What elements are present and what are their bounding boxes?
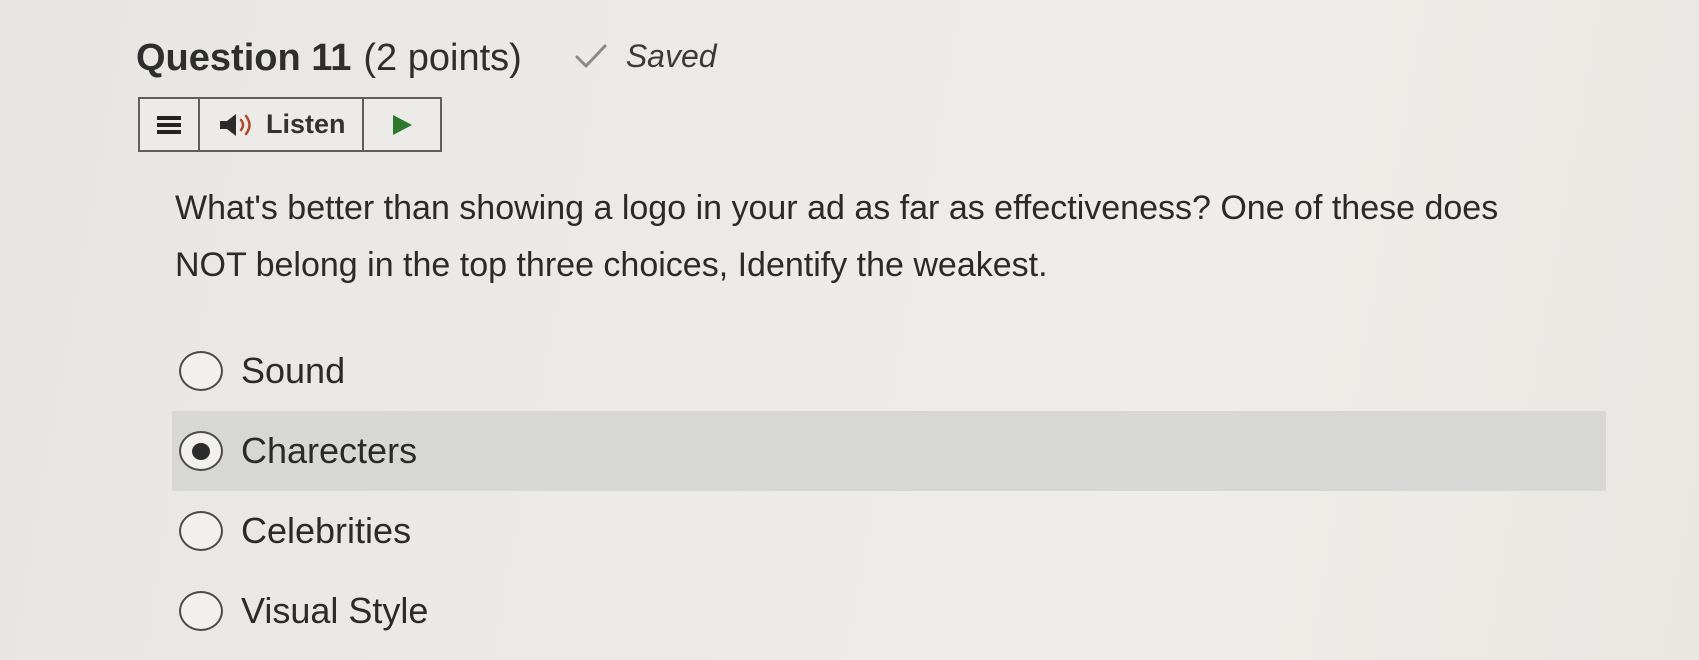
option-label: Visual Style [241,590,429,631]
play-icon [393,114,412,135]
saved-label: Saved [625,38,717,74]
question-title: Question 11 [136,36,352,79]
option-sound[interactable]: Sound [172,331,1606,411]
saved-status: Saved [574,38,717,75]
listen-button[interactable]: Listen [200,99,364,150]
answer-options: Sound Charecters Celebrities Visual Styl… [172,331,1606,651]
radio-button[interactable] [179,351,223,391]
question-points: (2 points) [363,36,522,79]
menu-icon [157,115,181,134]
question-header: Question 11 (2 points) Saved [136,36,717,80]
radio-button[interactable] [179,431,223,471]
option-label: Charecters [241,430,418,471]
option-visual-style[interactable]: Visual Style [172,571,1606,651]
check-icon [575,44,607,67]
option-label: Sound [241,350,346,391]
radio-button[interactable] [179,591,223,631]
readspeaker-toolbar: Listen [138,97,442,152]
question-text: What's better than showing a logo in you… [175,189,1499,284]
option-charecters[interactable]: Charecters [172,411,1606,491]
listen-label: Listen [266,109,346,139]
radio-selected-dot [192,442,210,460]
radio-button[interactable] [179,511,223,551]
toolbar-menu-button[interactable] [140,99,200,150]
option-label: Celebrities [241,510,412,551]
speaker-icon [220,113,251,136]
option-celebrities[interactable]: Celebrities [172,491,1606,571]
play-button[interactable] [364,99,440,150]
